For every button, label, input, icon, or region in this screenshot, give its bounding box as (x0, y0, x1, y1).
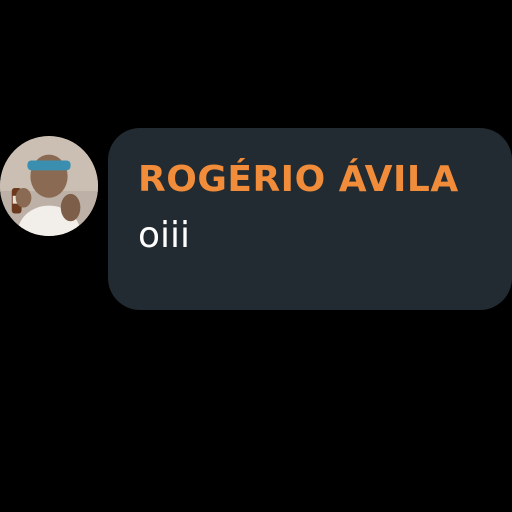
avatar-photo-icon (0, 137, 98, 236)
message-text: oiii (138, 215, 191, 256)
sender-name[interactable]: ROGÉRIO ÁVILA (138, 160, 488, 200)
sender-avatar[interactable] (0, 136, 98, 236)
message-bubble[interactable]: ROGÉRIO ÁVILA oiii (108, 128, 512, 310)
chat-message-container: ROGÉRIO ÁVILA oiii (0, 0, 512, 512)
